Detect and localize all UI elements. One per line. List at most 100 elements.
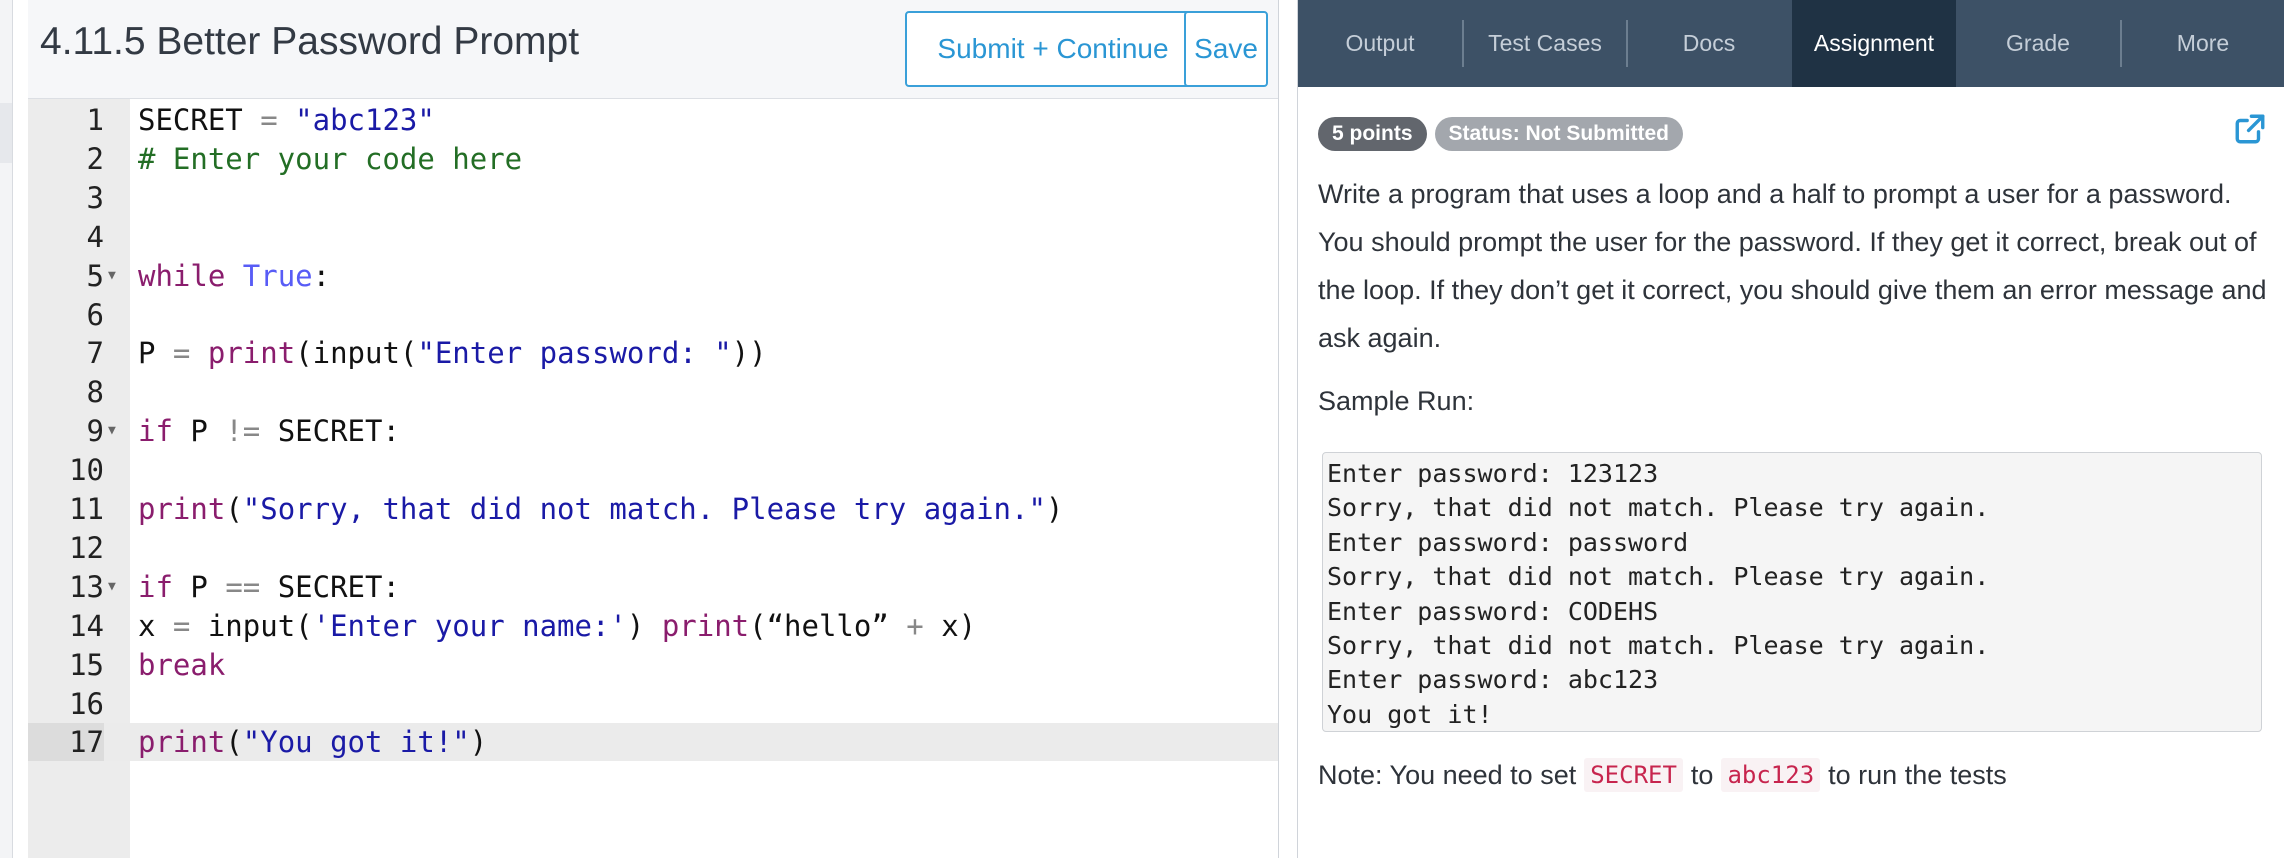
- code-line[interactable]: 11 print("Sorry, that did not match. Plea…: [28, 490, 1278, 528]
- code-text: if P == SECRET:: [138, 568, 400, 606]
- sample-run-label: Sample Run:: [1318, 386, 1475, 416]
- code-token: print: [138, 492, 226, 526]
- fold-arrow-icon[interactable]: ▼: [108, 412, 116, 450]
- sample-output-line: Enter password: CODEHS: [1327, 596, 1659, 626]
- code-line[interactable]: 3: [28, 179, 1278, 217]
- submit-continue-button[interactable]: Submit + Continue: [905, 11, 1201, 87]
- code-token: ): [469, 725, 488, 760]
- code-line[interactable]: 13 ▼ if P == SECRET:: [28, 568, 1278, 606]
- code-token: P: [172, 414, 226, 449]
- tab-test-cases[interactable]: Test Cases: [1463, 0, 1627, 87]
- note-prefix: Note: You need to set: [1318, 759, 1577, 790]
- code-line[interactable]: 16: [28, 685, 1278, 723]
- code-token: =: [260, 103, 278, 137]
- assignment-description: Write a program that uses a loop and a h…: [1318, 179, 2267, 353]
- line-number: 9: [86, 414, 104, 449]
- points-badge: 5 points: [1318, 117, 1427, 151]
- code-line[interactable]: 10: [28, 451, 1278, 489]
- line-number: 10: [69, 453, 104, 488]
- code-text: SECRET = "abc123": [138, 101, 435, 139]
- line-number: 4: [86, 219, 104, 254]
- code-line[interactable]: 6: [28, 296, 1278, 334]
- line-number: 7: [86, 336, 104, 371]
- note-code-value: abc123: [1721, 758, 1821, 792]
- code-line[interactable]: 8: [28, 373, 1278, 411]
- code-editor[interactable]: 1 SECRET = "abc123" 2 # Enter your code her…: [28, 99, 1278, 858]
- code-token: +: [906, 608, 924, 643]
- line-number: 3: [86, 180, 104, 215]
- code-line[interactable]: 9 ▼ if P != SECRET:: [28, 412, 1278, 450]
- badge-row: 5 points Status: Not Submitted: [1318, 117, 1691, 151]
- line-number: 14: [69, 608, 104, 643]
- editor-header: 4.11.5 Better Password Prompt Submit + C…: [28, 0, 1278, 99]
- tab-output[interactable]: Output: [1298, 0, 1462, 87]
- sample-output-line: Enter password: abc123: [1327, 665, 1659, 695]
- code-token: True: [242, 258, 313, 293]
- code-token: P: [138, 336, 173, 371]
- code-token: (: [225, 492, 243, 526]
- code-line[interactable]: 15 break: [28, 646, 1278, 684]
- code-token: ): [1045, 492, 1064, 526]
- tab-separator: [2120, 20, 2122, 67]
- line-number: 11: [69, 492, 104, 526]
- code-text: # Enter your code here: [138, 140, 522, 178]
- code-line[interactable]: 17 print("You got it!"): [28, 723, 1278, 762]
- code-token: if: [138, 414, 173, 449]
- code-token: print: [207, 336, 296, 371]
- code-token: :: [312, 258, 331, 293]
- line-number: 2: [86, 141, 104, 176]
- code-line[interactable]: 7 P = print(input("Enter password: ")): [28, 334, 1278, 372]
- code-token: SECRET:: [260, 414, 400, 449]
- line-number: 6: [86, 297, 104, 332]
- code-line[interactable]: 2 # Enter your code here: [28, 140, 1278, 178]
- code-token: 'Enter your name:': [312, 608, 627, 643]
- code-token: if: [138, 569, 173, 604]
- code-line[interactable]: 12: [28, 529, 1278, 567]
- line-number: 1: [86, 103, 104, 137]
- assignment-pane: Output Test Cases Docs Assignment Grade More …: [1297, 0, 2284, 858]
- left-edge-strip: [0, 0, 13, 858]
- code-line[interactable]: 14 x = input('Enter your name:') print(“h…: [28, 607, 1278, 645]
- tab-more[interactable]: More: [2121, 0, 2284, 87]
- code-token: =: [172, 336, 191, 371]
- external-link-icon[interactable]: [2233, 112, 2267, 146]
- fold-arrow-icon[interactable]: ▼: [108, 257, 116, 295]
- code-token: "abc123": [295, 103, 435, 137]
- code-token: !=: [225, 414, 261, 449]
- sample-output-line: You got it!: [1327, 699, 1493, 729]
- sample-output-line: Sorry, that did not match. Please try ag…: [1327, 630, 1990, 660]
- sample-output-line: Enter password: password: [1327, 527, 1689, 557]
- code-line[interactable]: 4: [28, 218, 1278, 256]
- line-number: 12: [69, 530, 104, 565]
- code-token: "Sorry, that did not match. Please try a…: [242, 492, 1046, 526]
- code-token: (input(: [295, 336, 418, 371]
- status-badge: Status: Not Submitted: [1434, 117, 1684, 151]
- save-button[interactable]: Save: [1184, 11, 1268, 87]
- fold-arrow-icon[interactable]: ▼: [108, 568, 116, 606]
- sample-run-output: Enter password: 123123 Sorry, that did no…: [1322, 452, 2262, 732]
- code-token: print: [661, 608, 750, 643]
- left-edge-marker: [0, 103, 12, 163]
- line-number: 15: [69, 647, 104, 682]
- code-token: ==: [225, 569, 261, 604]
- sample-output-line: Sorry, that did not match. Please try ag…: [1327, 562, 1990, 592]
- tab-docs[interactable]: Docs: [1627, 0, 1791, 87]
- code-token: "You got it!": [242, 725, 470, 760]
- tab-grade[interactable]: Grade: [1956, 0, 2120, 87]
- line-number: 5: [86, 258, 104, 293]
- line-number: 17: [28, 723, 104, 762]
- code-line[interactable]: 5 ▼ while True:: [28, 257, 1278, 295]
- note-mid: to: [1690, 759, 1714, 790]
- code-token: print: [138, 725, 226, 760]
- tab-separator: [1626, 20, 1628, 67]
- code-token: # Enter your code here: [138, 141, 523, 176]
- code-token: (“hello”: [749, 608, 907, 643]
- code-token: x: [138, 608, 173, 643]
- code-token: P: [172, 569, 226, 604]
- code-token: (: [225, 725, 243, 760]
- tab-assignment[interactable]: Assignment: [1792, 0, 1956, 87]
- code-text: P = print(input("Enter password: ")): [138, 334, 767, 372]
- code-line[interactable]: 1 SECRET = "abc123": [28, 101, 1278, 139]
